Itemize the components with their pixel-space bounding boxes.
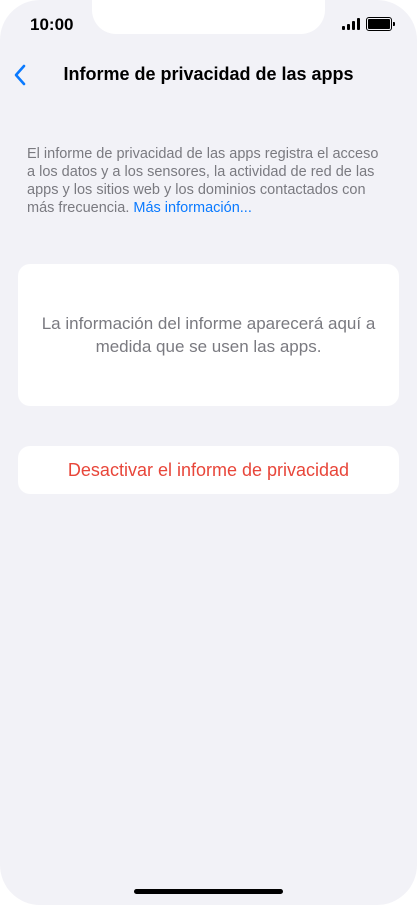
info-card: La información del informe aparecerá aqu… <box>18 264 399 406</box>
description: El informe de privacidad de las apps reg… <box>27 145 387 217</box>
status-icons <box>342 17 395 31</box>
disable-report-label: Desactivar el informe de privacidad <box>67 459 350 480</box>
battery-icon <box>366 17 395 31</box>
info-card-text: La información del informe aparecerá aqu… <box>41 314 376 356</box>
status-time: 10:00 <box>30 15 74 34</box>
notch <box>92 0 325 34</box>
disable-report-button[interactable]: Desactivar el informe de privacidad <box>18 446 399 494</box>
home-indicator[interactable] <box>134 889 283 894</box>
phone-screen: 10:00 Informe de privacidad de las apps … <box>0 0 417 905</box>
more-info-link[interactable]: Más información... <box>133 200 251 216</box>
navigation-bar: Informe de privacidad de las apps <box>0 60 417 90</box>
page-title: Informe de privacidad de las apps <box>63 64 354 84</box>
signal-icon <box>342 18 360 30</box>
